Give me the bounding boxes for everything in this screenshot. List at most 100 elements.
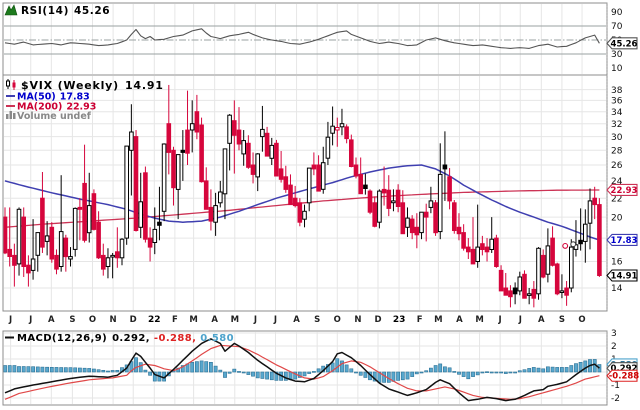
candle-body [381,188,387,194]
price-axis-tick: 26 [611,161,623,171]
candle-body [30,258,36,271]
candle-body [77,206,83,210]
month-label: D [130,315,137,325]
histogram-bar [255,371,260,379]
candle-body [232,120,237,136]
candle-body [484,246,490,253]
candle-body [353,164,359,177]
candle-body [409,218,415,234]
candle-body [306,167,312,204]
candle-body [218,191,223,204]
month-label: O [334,315,341,325]
histogram-bar [569,365,574,373]
month-label: N [354,315,361,325]
histogram-bar [101,369,106,373]
macd-legend: MACD(12,26,9) 0.292, -0.288, 0.580 [5,333,234,344]
histogram-bar [499,371,504,374]
histogram-bar [428,367,433,373]
rsi-axis-tick: 90 [611,8,623,18]
candle-body [241,140,246,155]
candle-body [7,248,12,257]
candle-body [110,254,115,258]
candle-body [316,164,321,192]
month-label: S [314,315,320,325]
histogram-bar [536,367,541,373]
candle-body [166,123,172,153]
candle-body [461,232,466,249]
histogram-bar [45,366,50,373]
month-label: A [538,315,545,325]
histogram-bar [457,371,461,375]
candle-body [213,205,218,223]
candle-body [246,142,251,168]
histogram-bar [232,368,237,373]
candle-body [288,184,293,206]
candle-body [255,153,260,178]
rsi-axis-tick: 70 [611,22,623,32]
histogram-bar [269,371,274,381]
candle-body [564,287,569,296]
candle-body [349,139,354,167]
histogram-bar [26,366,31,373]
candle-body [72,207,78,250]
histogram-bar [283,371,288,381]
candle-body [203,180,209,210]
candle-body [222,148,228,195]
candle-body [550,237,555,266]
histogram-bar [96,369,101,373]
histogram-bar [517,370,522,373]
histogram-bar [68,367,73,373]
candle-body [428,200,434,208]
candle-body [437,173,443,233]
candle-body [54,254,59,270]
histogram-bar [410,371,415,377]
candle-body [133,136,139,232]
macd-axis-tick: 3 [611,329,617,339]
candle-body [508,290,513,298]
price-axis-tick: 38 [611,86,623,96]
rsi-axis-tick: 10 [611,64,623,74]
month-label: J [273,315,277,325]
histogram-bar [541,368,546,373]
candle-body [320,162,326,190]
candle-body [494,237,499,268]
volume-legend-text: Volume undef [17,111,92,122]
histogram-bar [213,365,218,373]
month-label: M [189,315,197,325]
candle-body [91,193,97,230]
candle-body [157,221,162,226]
candle-body [503,287,509,296]
candle-body [143,172,148,240]
histogram-bar [508,371,513,374]
histogram-bar [466,371,471,380]
candle-body [452,202,457,232]
candle-body [559,290,565,293]
vix-weekly-chart[interactable]: 383634323028262422201816149070503010321-… [0,0,640,410]
candle-body [189,123,195,131]
candle-body [597,204,602,277]
histogram-bar [583,360,588,373]
candle-body [447,176,452,202]
histogram-bar [35,366,40,373]
histogram-bar [54,367,59,373]
candle-body [522,273,527,299]
month-label: J [518,315,522,325]
histogram-bar [218,369,223,373]
rsi-legend-text: RSI(14) 45.26 [21,5,110,17]
histogram-bar [199,360,204,373]
candle-body [578,239,583,245]
histogram-bar [574,363,578,373]
histogram-bar [110,370,115,373]
candle-body [185,129,190,154]
candle-body [175,154,181,190]
histogram-bar [555,367,560,373]
chart-layers: 383634323028262422201816149070503010321-… [2,2,623,406]
candle-body [583,223,588,242]
histogram-bar [21,366,26,373]
candle-body [63,237,69,258]
macd-legend-text: MACD(12,26,9) 0.292, -0.288, 0.580 [17,333,234,344]
candle-body [96,221,101,259]
histogram-bar [204,361,209,373]
histogram-bar [494,371,499,374]
month-label: F [172,315,178,325]
